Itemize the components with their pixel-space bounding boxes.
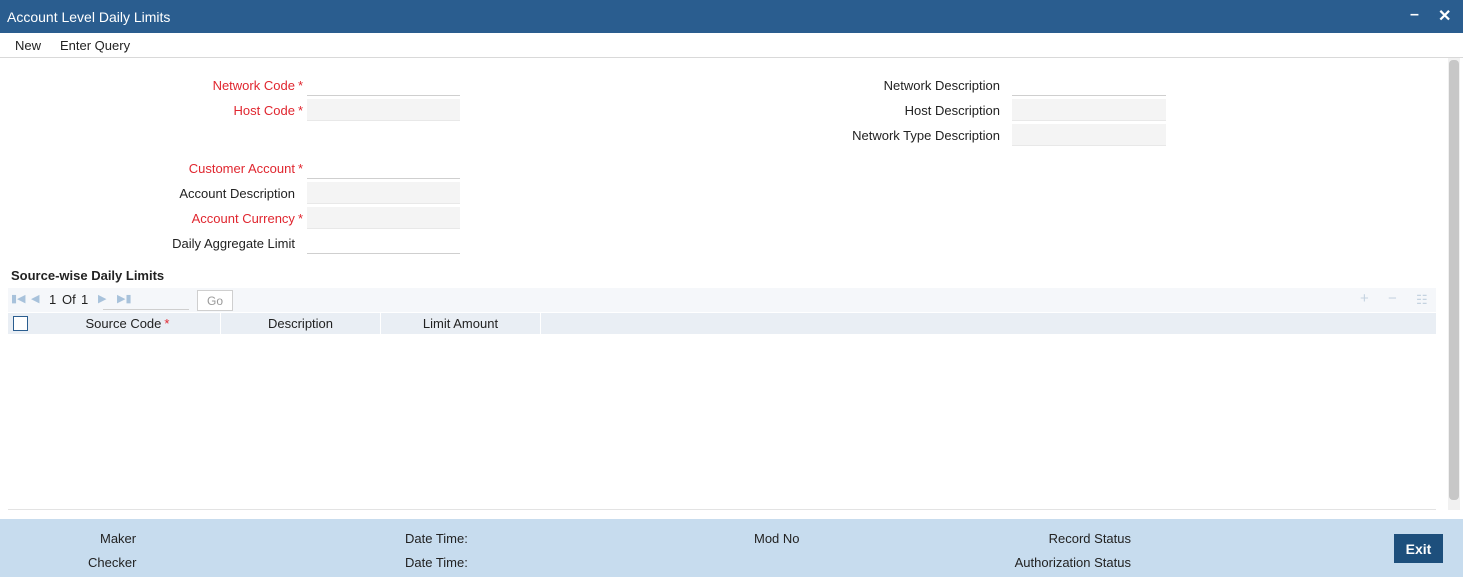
previous-page-icon[interactable]: ◀: [31, 292, 39, 305]
window-title: Account Level Daily Limits: [7, 9, 171, 25]
checker-date-time-label: Date Time:: [405, 555, 468, 570]
network-code-field[interactable]: [307, 74, 460, 96]
grid-body: [8, 334, 1436, 510]
maker-label: Maker: [100, 531, 137, 546]
network-description-field[interactable]: [1012, 74, 1166, 96]
checker-label: Checker: [88, 555, 137, 570]
select-all-checkbox[interactable]: [13, 316, 28, 331]
network-code-label: Network Code *: [212, 78, 303, 93]
mod-no-label: Mod No: [754, 531, 800, 546]
daily-aggregate-limit-label: Daily Aggregate Limit: [172, 236, 295, 251]
scrollbar-thumb[interactable]: [1449, 60, 1459, 500]
column-header-source-code[interactable]: Source Code *: [35, 313, 221, 334]
host-description-label: Host Description: [904, 103, 1000, 118]
daily-aggregate-limit-field[interactable]: [307, 232, 460, 254]
grid-header: Source Code * Description Limit Amount: [8, 313, 1436, 334]
host-code-label: Host Code *: [233, 103, 303, 118]
new-menu-item[interactable]: New: [15, 38, 41, 53]
customer-account-label: Customer Account *: [188, 161, 303, 176]
grid-toolbar: ▮◀ ◀ 1 Of 1 ▶ ▶▮ Go + − ☷: [8, 288, 1436, 312]
customer-account-field[interactable]: [307, 157, 460, 179]
column-header-description[interactable]: Description: [221, 313, 381, 334]
enter-query-menu-item[interactable]: Enter Query: [60, 38, 130, 53]
account-currency-field[interactable]: [307, 207, 460, 229]
first-page-icon[interactable]: ▮◀: [11, 292, 26, 305]
host-code-field[interactable]: [307, 99, 460, 121]
host-description-field[interactable]: [1012, 99, 1166, 121]
close-icon[interactable]: ✕: [1438, 6, 1451, 26]
column-header-limit-amount[interactable]: Limit Amount: [381, 313, 541, 334]
go-button[interactable]: Go: [197, 290, 233, 311]
network-type-description-field[interactable]: [1012, 124, 1166, 146]
page-of-label: Of: [62, 292, 76, 307]
page-current: 1: [49, 292, 57, 307]
account-description-label: Account Description: [179, 186, 295, 201]
audit-footer: Maker Checker Date Time: Date Time: Mod …: [0, 519, 1463, 577]
page-number-input[interactable]: [103, 290, 189, 310]
minimize-icon[interactable]: –: [1410, 6, 1419, 24]
maker-date-time-label: Date Time:: [405, 531, 468, 546]
authorization-status-label: Authorization Status: [1014, 555, 1131, 570]
exit-button[interactable]: Exit: [1394, 534, 1443, 563]
source-wise-limits-title: Source-wise Daily Limits: [11, 268, 165, 283]
account-currency-label: Account Currency *: [191, 211, 303, 226]
menu-bar: New Enter Query: [0, 33, 1463, 58]
window-titlebar: Account Level Daily Limits – ✕: [0, 0, 1463, 33]
single-view-icon[interactable]: ☷: [1416, 292, 1428, 308]
add-row-icon[interactable]: +: [1360, 290, 1369, 307]
page-total: 1: [81, 292, 89, 307]
network-description-label: Network Description: [883, 78, 1000, 93]
account-description-field[interactable]: [307, 182, 460, 204]
record-status-label: Record Status: [1048, 531, 1131, 546]
network-type-description-label: Network Type Description: [852, 128, 1000, 143]
delete-row-icon[interactable]: −: [1388, 290, 1397, 307]
